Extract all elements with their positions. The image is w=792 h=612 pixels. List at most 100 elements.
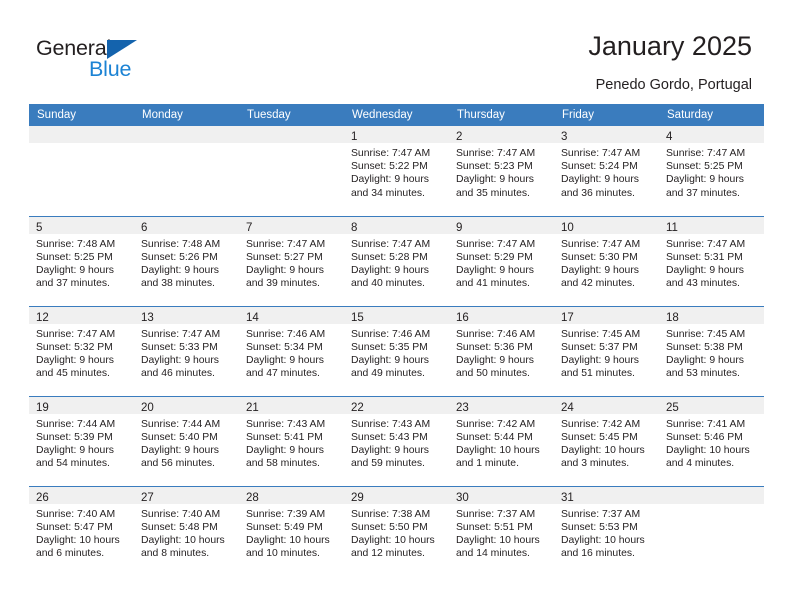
calendar-day-cell[interactable]: 21 Sunrise: 7:43 AM Sunset: 5:41 PM Dayligh… — [239, 395, 344, 486]
sunset-time: Sunset: 5:30 PM — [561, 251, 638, 263]
calendar-day-cell[interactable]: 14 Sunrise: 7:46 AM Sunset: 5:34 PM Dayligh… — [239, 305, 344, 396]
sunrise-time: Sunrise: 7:44 AM — [36, 418, 116, 430]
calendar-day-cell[interactable]: 11 Sunrise: 7:47 AM Sunset: 5:31 PM Dayligh… — [659, 215, 764, 306]
calendar-day-cell[interactable]: 6 Sunrise: 7:48 AM Sunset: 5:26 PM Daylight… — [134, 215, 239, 306]
calendar-day-cell[interactable]: 24 Sunrise: 7:42 AM Sunset: 5:45 PM Dayligh… — [554, 395, 659, 486]
calendar-day-cell[interactable]: 20 Sunrise: 7:44 AM Sunset: 5:40 PM Dayligh… — [134, 395, 239, 486]
weekday-header-sunday: Sunday — [29, 104, 134, 126]
calendar-day-cell[interactable]: 29 Sunrise: 7:38 AM Sunset: 5:50 PM Dayligh… — [344, 485, 449, 576]
daylight-duration-line1: Daylight: 10 hours — [561, 444, 645, 456]
sunrise-time: Sunrise: 7:44 AM — [141, 418, 221, 430]
calendar-day-cell[interactable]: 7 Sunrise: 7:47 AM Sunset: 5:27 PM Daylight… — [239, 215, 344, 306]
day-details: Sunrise: 7:44 AM Sunset: 5:39 PM Daylight:… — [29, 414, 134, 471]
calendar-day-cell[interactable]: 30 Sunrise: 7:37 AM Sunset: 5:51 PM Dayligh… — [449, 485, 554, 576]
day-number: 8 — [351, 221, 358, 234]
calendar-week-row: 26 Sunrise: 7:40 AM Sunset: 5:47 PM Dayligh… — [29, 485, 764, 576]
day-number: 21 — [246, 401, 259, 414]
calendar-day-cell[interactable]: 23 Sunrise: 7:42 AM Sunset: 5:44 PM Dayligh… — [449, 395, 554, 486]
daylight-duration-line1: Daylight: 9 hours — [456, 174, 534, 186]
day-number-band: 12 — [29, 306, 134, 324]
day-number: 25 — [666, 401, 679, 414]
day-number: 13 — [141, 311, 154, 324]
calendar-day-cell[interactable]: 8 Sunrise: 7:47 AM Sunset: 5:28 PM Daylight… — [344, 215, 449, 306]
day-number-band: 30 — [449, 486, 554, 504]
sunset-time: Sunset: 5:43 PM — [351, 431, 428, 443]
daylight-duration-line1: Daylight: 9 hours — [561, 174, 639, 186]
day-number-band: 4 — [659, 126, 764, 143]
calendar-day-cell[interactable]: 28 Sunrise: 7:39 AM Sunset: 5:49 PM Dayligh… — [239, 485, 344, 576]
weekday-header-wednesday: Wednesday — [344, 104, 449, 126]
calendar-day-cell[interactable]: 22 Sunrise: 7:43 AM Sunset: 5:43 PM Dayligh… — [344, 395, 449, 486]
sunset-time: Sunset: 5:26 PM — [141, 251, 218, 263]
calendar-day-cell[interactable]: 17 Sunrise: 7:45 AM Sunset: 5:37 PM Dayligh… — [554, 305, 659, 396]
calendar-day-cell[interactable]: 25 Sunrise: 7:41 AM Sunset: 5:46 PM Dayligh… — [659, 395, 764, 486]
calendar-day-cell[interactable]: 19 Sunrise: 7:44 AM Sunset: 5:39 PM Dayligh… — [29, 395, 134, 486]
calendar-day-cell[interactable]: 13 Sunrise: 7:47 AM Sunset: 5:33 PM Dayligh… — [134, 305, 239, 396]
daylight-duration-line2: and 46 minutes. — [141, 368, 215, 380]
day-number: 2 — [456, 131, 463, 143]
calendar-day-cell[interactable]: 10 Sunrise: 7:47 AM Sunset: 5:30 PM Dayligh… — [554, 215, 659, 306]
sunrise-time: Sunrise: 7:47 AM — [36, 328, 116, 340]
day-number-band: 16 — [449, 306, 554, 324]
calendar-day-cell[interactable]: 15 Sunrise: 7:46 AM Sunset: 5:35 PM Dayligh… — [344, 305, 449, 396]
sunset-time: Sunset: 5:31 PM — [666, 251, 743, 263]
calendar-day-cell[interactable]: 12 Sunrise: 7:47 AM Sunset: 5:32 PM Dayligh… — [29, 305, 134, 396]
weekday-header-monday: Monday — [134, 104, 239, 126]
day-details: Sunrise: 7:40 AM Sunset: 5:48 PM Daylight:… — [134, 504, 239, 561]
calendar-header-row: Sunday Monday Tuesday Wednesday Thursday… — [29, 104, 764, 126]
day-number-band: 14 — [239, 306, 344, 324]
sunrise-time: Sunrise: 7:47 AM — [456, 238, 536, 250]
day-number: 24 — [561, 401, 574, 414]
day-number-band — [29, 126, 134, 143]
day-details: Sunrise: 7:37 AM Sunset: 5:51 PM Daylight:… — [449, 504, 554, 561]
calendar-week-row: 19 Sunrise: 7:44 AM Sunset: 5:39 PM Dayligh… — [29, 395, 764, 486]
daylight-duration-line2: and 4 minutes. — [666, 458, 735, 470]
day-number: 26 — [36, 491, 49, 504]
daylight-duration-line1: Daylight: 10 hours — [456, 444, 540, 456]
calendar-week-row: 1 Sunrise: 7:47 AM Sunset: 5:22 PM Daylight… — [29, 126, 764, 216]
sunrise-time: Sunrise: 7:46 AM — [246, 328, 326, 340]
calendar-day-cell[interactable]: 26 Sunrise: 7:40 AM Sunset: 5:47 PM Dayligh… — [29, 485, 134, 576]
day-details: Sunrise: 7:44 AM Sunset: 5:40 PM Daylight:… — [134, 414, 239, 471]
calendar-day-cell[interactable]: 18 Sunrise: 7:45 AM Sunset: 5:38 PM Dayligh… — [659, 305, 764, 396]
daylight-duration-line2: and 3 minutes. — [561, 458, 630, 470]
day-details: Sunrise: 7:43 AM Sunset: 5:41 PM Daylight:… — [239, 414, 344, 471]
daylight-duration-line2: and 10 minutes. — [246, 548, 320, 560]
day-number-band: 2 — [449, 126, 554, 143]
calendar-day-cell[interactable]: 9 Sunrise: 7:47 AM Sunset: 5:29 PM Daylight… — [449, 215, 554, 306]
calendar-day-cell[interactable]: 16 Sunrise: 7:46 AM Sunset: 5:36 PM Dayligh… — [449, 305, 554, 396]
day-number-band: 22 — [344, 396, 449, 414]
sunset-time: Sunset: 5:40 PM — [141, 431, 218, 443]
daylight-duration-line2: and 43 minutes. — [666, 278, 740, 290]
day-number-band: 19 — [29, 396, 134, 414]
daylight-duration-line1: Daylight: 9 hours — [141, 354, 219, 366]
sunset-time: Sunset: 5:34 PM — [246, 341, 323, 353]
calendar-day-cell[interactable]: 27 Sunrise: 7:40 AM Sunset: 5:48 PM Dayligh… — [134, 485, 239, 576]
day-number: 10 — [561, 221, 574, 234]
sunrise-time: Sunrise: 7:42 AM — [561, 418, 641, 430]
day-number: 29 — [351, 491, 364, 504]
calendar-day-cell[interactable]: 2 Sunrise: 7:47 AM Sunset: 5:23 PM Daylight… — [449, 126, 554, 216]
calendar-day-cell[interactable]: 1 Sunrise: 7:47 AM Sunset: 5:22 PM Daylight… — [344, 126, 449, 216]
calendar-week-row: 5 Sunrise: 7:48 AM Sunset: 5:25 PM Daylight… — [29, 215, 764, 306]
sunrise-time: Sunrise: 7:47 AM — [666, 238, 746, 250]
daylight-duration-line2: and 56 minutes. — [141, 458, 215, 470]
calendar-day-cell[interactable]: 5 Sunrise: 7:48 AM Sunset: 5:25 PM Daylight… — [29, 215, 134, 306]
page-subtitle-location: Penedo Gordo, Portugal — [595, 77, 752, 93]
day-details: Sunrise: 7:47 AM Sunset: 5:30 PM Daylight:… — [554, 234, 659, 291]
calendar-day-cell[interactable]: 4 Sunrise: 7:47 AM Sunset: 5:25 PM Daylight… — [659, 126, 764, 216]
daylight-duration-line2: and 47 minutes. — [246, 368, 320, 380]
daylight-duration-line2: and 59 minutes. — [351, 458, 425, 470]
sunset-time: Sunset: 5:37 PM — [561, 341, 638, 353]
day-number-band: 25 — [659, 396, 764, 414]
general-blue-logo[interactable]: General Blue — [36, 36, 256, 88]
day-details: Sunrise: 7:46 AM Sunset: 5:35 PM Daylight:… — [344, 324, 449, 381]
sunrise-time: Sunrise: 7:42 AM — [456, 418, 536, 430]
sunset-time: Sunset: 5:46 PM — [666, 431, 743, 443]
sunset-time: Sunset: 5:45 PM — [561, 431, 638, 443]
day-number-band: 29 — [344, 486, 449, 504]
calendar-day-cell[interactable]: 31 Sunrise: 7:37 AM Sunset: 5:53 PM Dayligh… — [554, 485, 659, 576]
calendar-day-cell[interactable]: 3 Sunrise: 7:47 AM Sunset: 5:24 PM Daylight… — [554, 126, 659, 216]
day-details: Sunrise: 7:43 AM Sunset: 5:43 PM Daylight:… — [344, 414, 449, 471]
sunrise-time: Sunrise: 7:47 AM — [456, 148, 536, 159]
